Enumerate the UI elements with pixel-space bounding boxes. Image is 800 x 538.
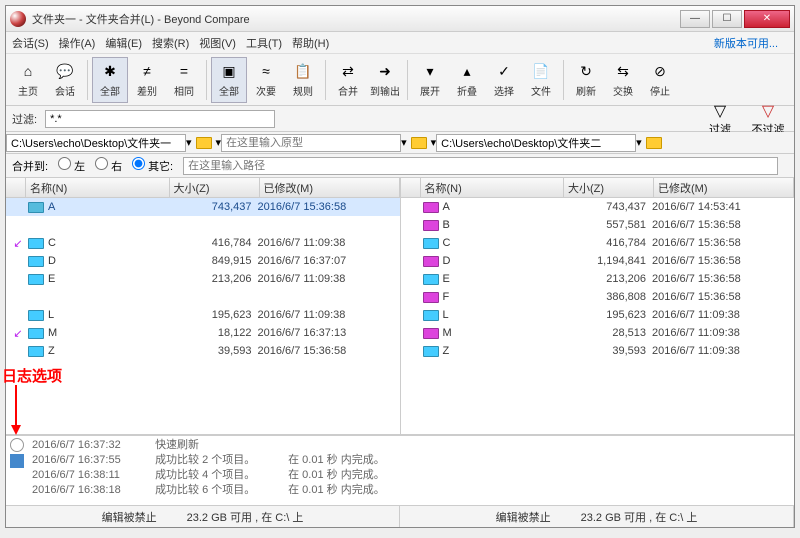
toolbar-合并[interactable]: ⇄合并 [330,57,366,103]
menu-item[interactable]: 操作(A) [59,35,96,51]
table-row[interactable]: D1,194,8412016/6/7 15:36:58 [401,252,795,270]
titlebar: 文件夹一 - 文件夹合并(L) - Beyond Compare — ☐ ✕ [6,6,794,32]
maximize-button[interactable]: ☐ [712,10,742,28]
table-row[interactable]: Z39,5932016/6/7 15:36:58 [6,342,400,360]
toolbar-差别[interactable]: ≠差别 [129,57,165,103]
table-row[interactable]: E213,2062016/6/7 15:36:58 [401,270,795,288]
status-bar: 编辑被禁止 23.2 GB 可用 , 在 C:\ 上 编辑被禁止 23.2 GB 可… [6,505,794,527]
merge-label: 合并到: [12,158,48,174]
mid-path-input[interactable] [221,134,401,152]
menu-item[interactable]: 编辑(E) [105,35,142,51]
toolbar-到输出[interactable]: ➜到输出 [367,57,403,103]
merge-bar: 合并到: 左 右 其它: [6,154,794,178]
toolbar-文件[interactable]: 📄文件 [523,57,559,103]
menu-item[interactable]: 会话(S) [12,35,49,51]
toolbar-折叠[interactable]: ▴折叠 [449,57,485,103]
window-title: 文件夹一 - 文件夹合并(L) - Beyond Compare [32,11,680,27]
menu-item[interactable]: 帮助(H) [292,35,329,51]
toolbar-全部[interactable]: ▣全部 [211,57,247,103]
table-row[interactable]: D849,9152016/6/7 16:37:07 [6,252,400,270]
col-name[interactable]: 名称(N) [26,178,170,197]
update-link[interactable]: 新版本可用... [714,35,778,51]
toolbar-全部[interactable]: ✱全部 [92,57,128,103]
table-row[interactable]: Z39,5932016/6/7 11:09:38 [401,342,795,360]
toolbar-次要[interactable]: ≈次要 [248,57,284,103]
toolbar-规则[interactable]: 📋规则 [285,57,321,103]
col-size[interactable]: 大小(Z) [170,178,260,197]
table-row[interactable]: E213,2062016/6/7 11:09:38 [6,270,400,288]
merge-left-radio[interactable]: 左 [58,157,85,174]
annotation-label: 日志选项 [2,365,62,386]
right-pane: 名称(N) 大小(Z) 已修改(M) A743,4372016/6/7 14:5… [401,178,795,434]
log-line: 2016/6/7 16:37:55 成功比较 2 个项目。 在 0.01 秒 内… [32,453,790,468]
table-row[interactable]: A743,4372016/6/7 15:36:58 [6,198,400,216]
folder-icon[interactable] [646,137,662,149]
log-line: 2016/6/7 16:38:11 成功比较 4 个项目。 在 0.01 秒 内… [32,468,790,483]
status-edit: 编辑被禁止 [496,509,551,525]
table-row[interactable]: L195,6232016/6/7 11:09:38 [401,306,795,324]
path-bar: ▾▾ ▾▾ ▾ [6,132,794,154]
col-mod[interactable]: 已修改(M) [260,178,400,197]
status-disk: 23.2 GB 可用 , 在 C:\ 上 [187,509,304,525]
minimize-button[interactable]: — [680,10,710,28]
col-size[interactable]: 大小(Z) [564,178,654,197]
left-path-input[interactable] [6,134,186,152]
toolbar-交换[interactable]: ⇆交换 [605,57,641,103]
menu-item[interactable]: 工具(T) [246,35,282,51]
toolbar-刷新[interactable]: ↻刷新 [568,57,604,103]
status-disk: 23.2 GB 可用 , 在 C:\ 上 [581,509,698,525]
filter-bar: 过滤: ▽过滤 ▽不过滤 [6,106,794,132]
table-row[interactable]: C416,7842016/6/7 15:36:58 [401,234,795,252]
table-row[interactable]: ↙C416,7842016/6/7 11:09:38 [6,234,400,252]
close-button[interactable]: ✕ [744,10,790,28]
toolbar-会话[interactable]: 💬会话 [47,57,83,103]
status-edit: 编辑被禁止 [102,509,157,525]
merge-right-radio[interactable]: 右 [95,157,122,174]
table-row[interactable]: F386,8082016/6/7 15:36:58 [401,288,795,306]
filter-input[interactable] [45,110,275,128]
table-row[interactable] [6,216,400,234]
toolbar-主页[interactable]: ⌂主页 [10,57,46,103]
merge-path-input[interactable] [183,157,778,175]
table-row[interactable]: A743,4372016/6/7 14:53:41 [401,198,795,216]
log-panel: 2016/6/7 16:37:32 快速刷新 2016/6/7 16:37:55… [6,435,794,505]
app-icon [10,11,26,27]
merge-other-radio[interactable]: 其它: [132,157,173,174]
toolbar: ⌂主页💬会话✱全部≠差别=相同▣全部≈次要📋规则⇄合并➜到输出▾展开▴折叠✓选择… [6,54,794,106]
table-row[interactable]: ↙M18,1222016/6/7 16:37:13 [6,324,400,342]
toolbar-相同[interactable]: =相同 [166,57,202,103]
save-log-icon[interactable] [10,454,24,468]
toolbar-停止[interactable]: ⊘停止 [642,57,678,103]
toolbar-展开[interactable]: ▾展开 [412,57,448,103]
table-row[interactable]: L195,6232016/6/7 11:09:38 [6,306,400,324]
table-row[interactable]: M28,5132016/6/7 11:09:38 [401,324,795,342]
filter-label: 过滤: [12,111,37,127]
folder-icon[interactable] [411,137,427,149]
col-name[interactable]: 名称(N) [421,178,565,197]
log-line: 2016/6/7 16:38:18 成功比较 6 个项目。 在 0.01 秒 内… [32,483,790,498]
table-row[interactable] [6,288,400,306]
menu-item[interactable]: 搜索(R) [152,35,189,51]
toolbar-选择[interactable]: ✓选择 [486,57,522,103]
menu-item[interactable]: 视图(V) [199,35,236,51]
right-path-input[interactable] [436,134,636,152]
menubar: 会话(S) 操作(A) 编辑(E) 搜索(R) 视图(V) 工具(T) 帮助(H) 新版本可用… [6,32,794,54]
folder-icon[interactable] [196,137,212,149]
left-pane: 名称(N) 大小(Z) 已修改(M) A743,4372016/6/7 15:3… [6,178,401,434]
log-options-icon[interactable] [10,438,24,452]
log-line: 2016/6/7 16:37:32 快速刷新 [32,438,790,453]
table-row[interactable]: B557,5812016/6/7 15:36:58 [401,216,795,234]
col-mod[interactable]: 已修改(M) [654,178,794,197]
